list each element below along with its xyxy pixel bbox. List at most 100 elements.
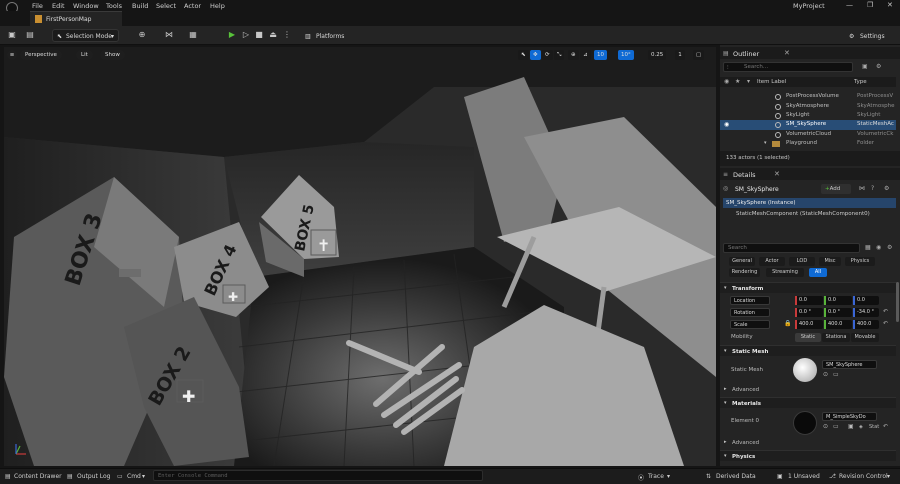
trace-button[interactable]: Trace (648, 473, 664, 480)
close-outliner-icon[interactable]: ✕ (784, 49, 790, 57)
translate-tool-icon[interactable]: ✥ (530, 50, 541, 60)
outliner-row-folder[interactable]: ▾ Playground Folder (720, 139, 896, 149)
mobility-stationary[interactable]: Stationa (822, 333, 850, 342)
outliner-search-input[interactable]: ⫶ Search... (723, 62, 853, 72)
advanced-row[interactable]: Advanced ▸ (720, 384, 896, 395)
details-settings-icon[interactable]: ⚙ (887, 244, 892, 251)
unsaved-button[interactable]: 1 Unsaved (788, 473, 820, 480)
filter-tab-all[interactable]: All (809, 268, 827, 277)
select-tool-icon[interactable]: ⬉ (518, 50, 529, 60)
menu-actor[interactable]: Actor (184, 2, 201, 10)
browse-folder-icon[interactable]: ▭ (833, 423, 839, 430)
scale-tool-icon[interactable]: ⤡ (554, 50, 565, 60)
menu-window[interactable]: Window (73, 2, 99, 10)
transform-section[interactable]: Transform ▾ (720, 282, 896, 293)
location-z-field[interactable]: 0.0 (853, 296, 879, 305)
filter-tab-actor[interactable]: Actor (759, 257, 785, 266)
filter-tab-lod[interactable]: LOD (789, 257, 815, 266)
component-instance-row[interactable]: SM_SkySphere (Instance) (723, 198, 896, 208)
close-window-icon[interactable]: ✕ (887, 1, 893, 9)
filter-tab-misc[interactable]: Misc (819, 257, 841, 266)
settings-button[interactable]: ⚙ Settings (846, 29, 896, 42)
rotation-x-field[interactable]: 0.0 ° (795, 308, 823, 317)
derived-data-button[interactable]: Derived Data (716, 473, 756, 480)
filter-tab-physics[interactable]: Physics (845, 257, 875, 266)
menu-build[interactable]: Build (132, 2, 148, 10)
add-component-button[interactable]: +Add (821, 184, 851, 194)
outliner-row[interactable]: PostProcessVolume PostProcessV (720, 92, 896, 102)
camera-speed-button[interactable]: 1 (675, 50, 685, 60)
surface-snap-icon[interactable]: ⊿ (580, 50, 591, 60)
menu-select[interactable]: Select (156, 2, 176, 10)
maximize-viewport-icon[interactable]: ▢ (693, 50, 705, 60)
output-log-button[interactable]: Output Log (77, 473, 110, 480)
physics-section[interactable]: Physics ▾ (720, 450, 896, 461)
browse-arrow-icon[interactable]: ⊙ (823, 371, 828, 378)
mobility-static[interactable]: Static (795, 333, 821, 342)
show-button[interactable]: Show (100, 50, 125, 60)
save-icon[interactable]: ▣ (7, 30, 17, 40)
eject-icon[interactable]: ⏏ (268, 30, 278, 40)
browse-folder-icon[interactable]: ▭ (833, 371, 839, 378)
minimize-icon[interactable]: — (846, 1, 853, 9)
materials-section[interactable]: Materials ▾ (720, 397, 896, 408)
eye-icon[interactable]: ◉ (876, 244, 881, 251)
visibility-eye-icon[interactable]: ◉ (724, 121, 729, 128)
scale-z-field[interactable]: 400.0 (853, 320, 879, 329)
material-dropdown[interactable]: M_SimpleSkyDo (822, 412, 877, 421)
revision-control-button[interactable]: Revision Control (839, 473, 888, 480)
component-row[interactable]: StaticMeshComponent (StaticMeshComponent… (723, 209, 896, 219)
outliner-settings-icon[interactable]: ⚙ (876, 63, 881, 70)
details-scrollbar[interactable] (896, 282, 899, 322)
map-tab[interactable]: FirstPersonMap (30, 11, 122, 26)
rotation-snap-button[interactable]: 10° (618, 50, 634, 60)
filter-tab-streaming[interactable]: Streaming (766, 268, 804, 277)
rotation-dropdown[interactable]: Rotation (730, 308, 770, 317)
cmd-dropdown[interactable]: Cmd (127, 473, 141, 480)
blueprint-icon[interactable]: ⋈ (164, 30, 174, 40)
mobility-movable[interactable]: Movable (851, 333, 879, 342)
menu-edit[interactable]: Edit (52, 2, 65, 10)
rotation-z-field[interactable]: -34.0 ° (853, 308, 879, 317)
stop-icon[interactable]: ■ (254, 30, 264, 40)
static-mesh-dropdown[interactable]: SM_SkySphere (822, 360, 877, 369)
more-options-icon[interactable]: ⋮ (282, 30, 292, 40)
settings-icon[interactable]: ⚙ (884, 185, 889, 192)
content-drawer-button[interactable]: Content Drawer (14, 473, 62, 480)
add-actor-icon[interactable]: ⊕ (137, 30, 147, 40)
location-x-field[interactable]: 0.0 (795, 296, 823, 305)
scale-y-field[interactable]: 400.0 (824, 320, 852, 329)
viewport-menu-icon[interactable]: ≡ (7, 50, 17, 60)
menu-tools[interactable]: Tools (106, 2, 122, 10)
reset-arrow-icon[interactable]: ↶ (883, 423, 888, 430)
reset-arrow-icon[interactable]: ↶ (883, 308, 888, 315)
outliner-row-selected[interactable]: ◉ SM_SkySphere StaticMeshAc (720, 120, 896, 130)
browse-arrow-icon[interactable]: ⊙ (823, 423, 828, 430)
rotation-y-field[interactable]: 0.0 ° (824, 308, 852, 317)
scale-dropdown[interactable]: Scale (730, 320, 770, 329)
scale-x-field[interactable]: 400.0 (795, 320, 823, 329)
close-details-icon[interactable]: ✕ (774, 170, 780, 178)
level-viewport[interactable]: BOX 3 BOX 4 BOX 5 BOX 2 ✝ ✚ ✚ ≡ Perspect… (4, 47, 716, 466)
platforms-button[interactable]: ▥ Platforms (302, 29, 354, 42)
advanced-row[interactable]: Advanced ▸ (720, 437, 896, 448)
grid-view-icon[interactable]: ▦ (865, 244, 871, 251)
blueprint-icon[interactable]: ⋈ (859, 185, 865, 192)
content-browser-icon[interactable]: ▤ (25, 30, 35, 40)
static-mesh-thumbnail[interactable] (793, 358, 817, 382)
actor-name[interactable]: SM_SkySphere (735, 186, 779, 193)
grid-snap-button[interactable]: 10 (594, 50, 607, 60)
help-icon[interactable]: ? (871, 185, 874, 192)
outliner-add-icon[interactable]: ▣ (862, 63, 868, 70)
details-search-input[interactable]: Search (723, 243, 860, 253)
reset-arrow-icon[interactable]: ↶ (883, 320, 888, 327)
filter-tab-rendering[interactable]: Rendering (729, 268, 760, 277)
item-label-column[interactable]: Item Label (757, 79, 786, 85)
material-thumbnail[interactable] (793, 411, 817, 435)
lock-icon[interactable]: 🔒 (784, 320, 791, 327)
console-input[interactable]: Enter Console Command (153, 470, 483, 481)
scale-snap-button[interactable]: 0.25 (648, 50, 667, 60)
menu-file[interactable]: File (32, 2, 43, 10)
lit-button[interactable]: Lit (76, 50, 93, 60)
menu-help[interactable]: Help (210, 2, 225, 10)
